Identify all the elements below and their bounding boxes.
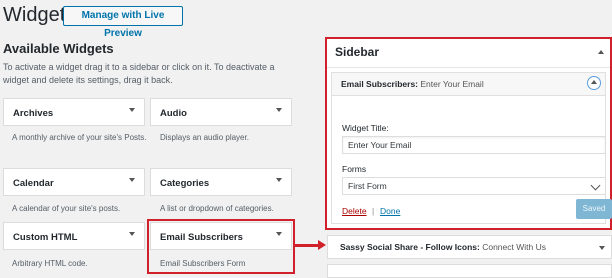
link-separator: | [372,206,375,216]
done-link[interactable]: Done [380,206,400,216]
widget-audio[interactable]: Audio [150,98,292,126]
chevron-down-icon [590,180,601,191]
chevron-up-icon[interactable] [598,50,604,54]
widget-calendar[interactable]: Calendar [3,168,145,196]
widget-name: Sassy Social Share - Follow Icons: Conne… [340,242,546,252]
email-subscribers-widget-body: Widget Title: Enter Your Email Forms Fir… [331,96,612,224]
widget-title: Audio [160,108,187,119]
widget-description: A list or dropdown of categories. [160,204,274,213]
chevron-down-icon[interactable] [129,232,135,236]
forms-label: Forms [342,164,367,174]
widget-description: Displays an audio player. [160,133,249,142]
widget-custom-html[interactable]: Custom HTML [3,222,145,250]
available-widgets-heading: Available Widgets [3,41,114,56]
available-widgets-description: To activate a widget drag it to a sideba… [3,62,275,85]
widget-title-label: Widget Title: [342,123,389,133]
widget-subtitle: Enter Your Email [420,79,484,89]
delete-link[interactable]: Delete [342,206,367,216]
forms-select-value: First Form [348,181,387,191]
widget-categories[interactable]: Categories [150,168,292,196]
widget-description: A monthly archive of your site's Posts. [12,133,147,142]
chevron-down-icon[interactable] [129,178,135,182]
widget-title: Custom HTML [13,232,78,243]
chevron-down-icon[interactable] [599,246,605,250]
sassy-social-share-widget[interactable]: Sassy Social Share - Follow Icons: Conne… [327,235,612,259]
collapse-toggle-icon[interactable] [587,76,601,90]
widget-archives[interactable]: Archives [3,98,145,126]
sidebar-header[interactable]: Sidebar [327,39,610,68]
widget-title: Categories [160,178,210,189]
widget-name-label: Sassy Social Share - Follow Icons: [340,242,480,252]
manage-live-preview-button[interactable]: Manage with Live Preview [63,6,183,39]
email-subscribers-widget-header[interactable]: Email Subscribers: Enter Your Email [331,72,606,96]
widget-subtitle: Connect With Us [482,242,546,252]
widget-title: Archives [13,108,54,119]
widget-title: Calendar [13,178,54,189]
widget-description: A calendar of your site's posts. [12,204,121,213]
connector-arrow-line [294,244,318,247]
widget-name-label: Email Subscribers: [341,79,419,89]
next-widget-row[interactable] [327,264,612,278]
sidebar-title: Sidebar [335,45,380,59]
highlight-box-top [147,219,295,248]
arrow-right-icon [318,240,326,250]
widget-description: Arbitrary HTML code. [12,259,88,268]
sidebar-panel: Sidebar Email Subscribers: Enter Your Em… [325,37,612,230]
forms-select[interactable]: First Form [342,177,606,195]
chevron-down-icon[interactable] [129,108,135,112]
saved-button[interactable]: Saved [576,199,612,219]
chevron-down-icon[interactable] [276,108,282,112]
chevron-down-icon[interactable] [276,178,282,182]
widget-title-input[interactable]: Enter Your Email [342,136,606,154]
highlight-box [147,245,295,274]
widget-name: Email Subscribers: Enter Your Email [341,79,484,89]
